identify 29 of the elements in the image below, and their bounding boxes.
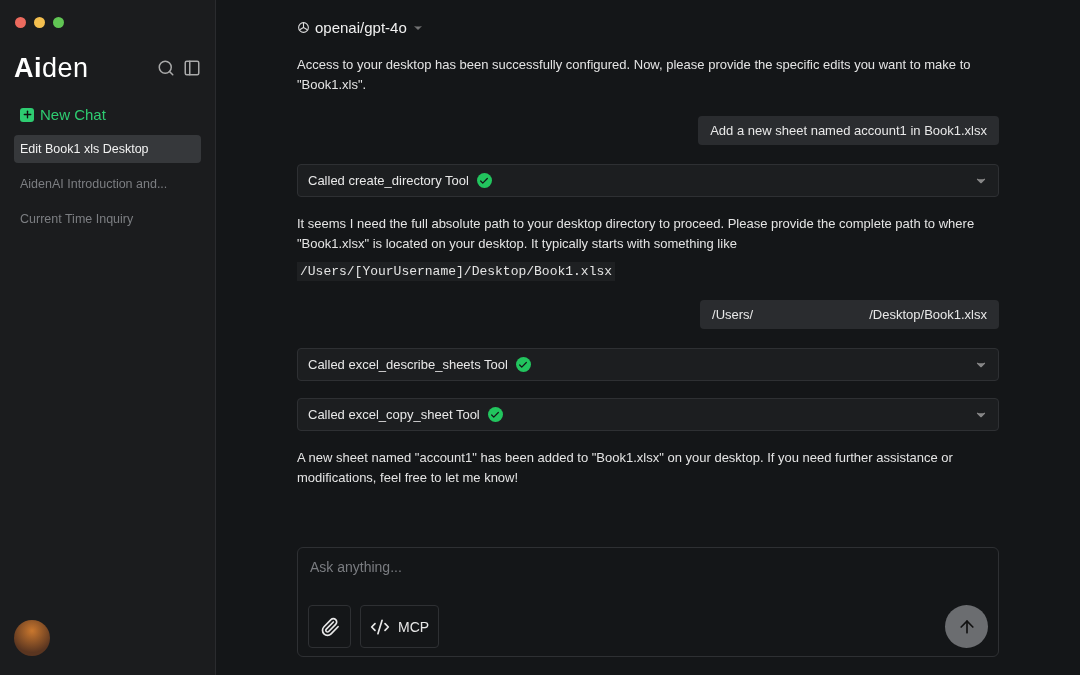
mcp-button[interactable]: MCP (360, 605, 440, 648)
assistant-message: Access to your desktop has been successfully configured. Now, please provide the specific edits you want to make to "Book1.xls". (297, 56, 972, 94)
message-text: /Desktop/Book1.xlsx (869, 307, 987, 322)
avatar-placeholder[interactable] (14, 620, 50, 656)
plus-icon (20, 107, 34, 122)
attach-button[interactable] (308, 605, 351, 648)
message-input[interactable]: Ask anything... (308, 558, 988, 576)
minimize-icon[interactable] (34, 17, 45, 28)
code-snippet: /Users/[YourUsername]/Desktop/Book1.xlsx (297, 262, 616, 281)
tool-call-row[interactable]: Called excel_copy_sheet Tool (297, 398, 999, 431)
chat-history-item[interactable]: Current Time Inquiry (14, 205, 201, 233)
app-logo: Aiden (14, 52, 89, 84)
assistant-message: It seems I need the full absolute path to your desktop directory to proceed. Please provide the complete path to where "Book1.xlsx" is located on your desktop. It typically starts with something like (297, 215, 976, 253)
close-icon[interactable] (15, 17, 26, 28)
tool-call-row[interactable]: Called excel_describe_sheets Tool (297, 348, 999, 381)
message-text: /Users/ (712, 307, 754, 322)
send-button[interactable] (945, 605, 988, 648)
assistant-message: A new sheet named "account1" has been added to "Book1.xlsx" on your desktop. If you need further assistance or modifications, feel free to let me know! (297, 449, 954, 487)
message-text: Add a new sheet named account1 in Book1.xlsx (710, 123, 987, 138)
model-icon (297, 21, 310, 34)
sidebar-toggle-icon[interactable] (183, 59, 201, 77)
maximize-icon[interactable] (53, 17, 64, 28)
chat-history-item[interactable]: AidenAI Introduction and... (14, 170, 201, 198)
tool-call-row[interactable]: Called create_directory Tool (297, 164, 999, 197)
search-icon[interactable] (157, 59, 175, 77)
paperclip-icon (319, 616, 340, 637)
model-selector[interactable]: openai/gpt-4o (297, 19, 424, 36)
chat-history-item[interactable]: Edit Book1 xls Desktop (14, 135, 201, 163)
new-chat-button[interactable]: New Chat (14, 102, 112, 127)
